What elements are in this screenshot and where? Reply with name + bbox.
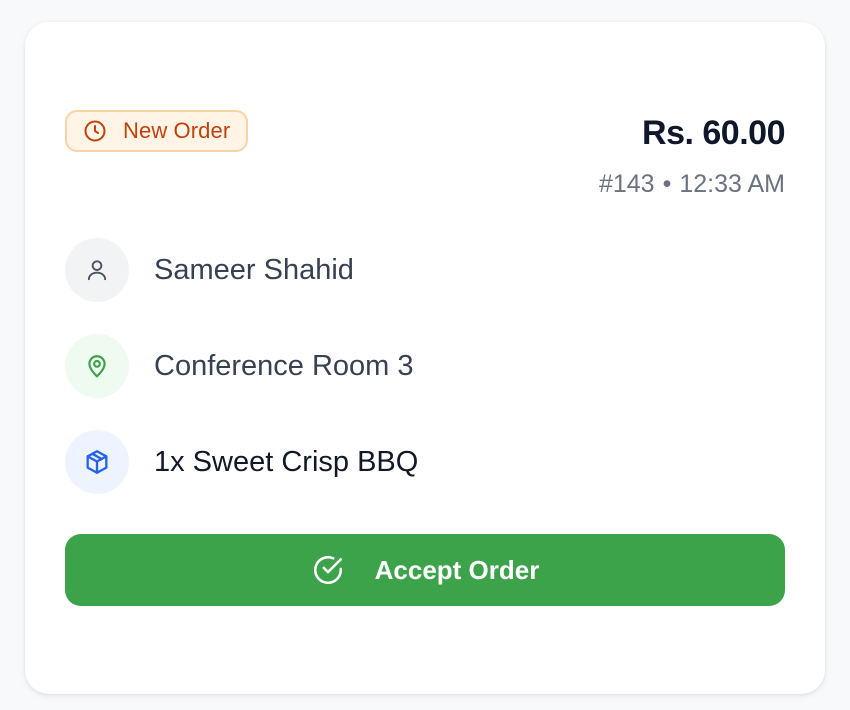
location-row: Conference Room 3 [65, 334, 414, 398]
order-number: #143 [598, 170, 655, 198]
order-items: 1x Sweet Crisp BBQ [154, 445, 419, 478]
order-time: 12:33 AM [679, 170, 785, 198]
status-badge: New Order [65, 110, 249, 152]
accept-order-label: Accept Order [374, 554, 540, 585]
order-meta: #143 • 12:33 AM [599, 170, 785, 199]
location-name: Conference Room 3 [154, 349, 414, 382]
map-pin-icon [65, 334, 129, 398]
customer-name: Sameer Shahid [154, 253, 354, 286]
clock-icon [83, 119, 107, 143]
accept-order-button[interactable]: Accept Order [65, 534, 785, 606]
package-icon [65, 430, 129, 494]
check-circle-icon [311, 553, 345, 587]
order-card: New Order Rs. 60.00 #143 • 12:33 AM Same… [25, 22, 825, 694]
user-icon [65, 238, 129, 302]
meta-separator: • [662, 170, 672, 198]
status-label: New Order [123, 118, 231, 143]
customer-row: Sameer Shahid [65, 238, 354, 302]
order-price: Rs. 60.00 [642, 114, 785, 152]
items-row: 1x Sweet Crisp BBQ [65, 430, 418, 494]
